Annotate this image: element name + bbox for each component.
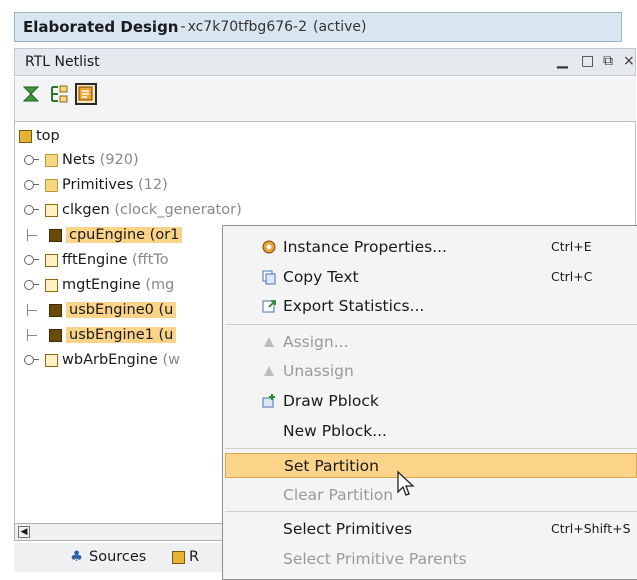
- menu-item-select-primitives[interactable]: Select Primitives Ctrl+Shift+S: [225, 516, 637, 541]
- netlist-toolbar: [14, 77, 636, 121]
- expand-icon[interactable]: [23, 279, 39, 291]
- menu-item-set-partition[interactable]: Set Partition: [225, 453, 637, 478]
- panel-title: RTL Netlist: [25, 54, 100, 70]
- part-name: xc7k70tfbg676-2: [187, 19, 307, 35]
- netlist-tab-icon: [172, 550, 185, 564]
- tree-item-fftengine[interactable]: fftEngine (fftTo: [23, 249, 169, 271]
- cell-icon: [49, 228, 62, 242]
- properties-icon: [261, 239, 277, 255]
- minimize-icon[interactable]: ▁: [557, 53, 568, 69]
- menu-item-draw-pblock[interactable]: Draw Pblock: [225, 388, 637, 413]
- folder-icon: [45, 178, 58, 192]
- rtl-netlist-header: RTL Netlist ▁ □ ⧉ ×: [14, 48, 636, 76]
- expand-icon[interactable]: [23, 354, 39, 366]
- context-menu: Instance Properties... Ctrl+E Copy Text …: [222, 225, 637, 580]
- design-title: Elaborated Design: [23, 18, 179, 36]
- design-title-bar: Elaborated Design - xc7k70tfbg676-2 (act…: [14, 12, 622, 42]
- horizontal-scrollbar[interactable]: ◀: [14, 523, 236, 541]
- mouse-cursor-icon: [397, 470, 415, 496]
- maximize-icon[interactable]: □: [581, 53, 594, 69]
- tree-item-clkgen[interactable]: clkgen (clock_generator): [23, 199, 242, 221]
- show-hierarchy-icon[interactable]: [75, 83, 97, 105]
- cell-icon: [45, 353, 58, 367]
- tree-item-usbengine0[interactable]: usbEngine0 (u: [23, 299, 177, 321]
- tree-root-label: top: [36, 128, 60, 144]
- cell-icon: [45, 203, 58, 217]
- title-separator: -: [180, 19, 186, 35]
- menu-separator: [225, 324, 637, 325]
- menu-item-new-pblock[interactable]: New Pblock...: [225, 418, 637, 443]
- sources-icon: ♣: [70, 549, 83, 565]
- menu-item-export-statistics[interactable]: Export Statistics...: [225, 293, 637, 318]
- copy-icon: [261, 269, 277, 285]
- tree-item-cpuengine[interactable]: cpuEngine (or1: [23, 224, 183, 246]
- menu-separator: [225, 448, 637, 449]
- collapse-all-icon[interactable]: [21, 83, 43, 105]
- menu-item-assign: Assign...: [225, 329, 637, 354]
- draw-pblock-icon: [261, 393, 277, 409]
- active-state: (active): [313, 19, 367, 35]
- menu-separator: [225, 511, 637, 512]
- unassign-icon: [261, 363, 277, 379]
- expand-icon[interactable]: [23, 254, 39, 266]
- expand-icon[interactable]: [23, 154, 39, 166]
- cell-icon: [45, 253, 58, 267]
- export-icon: [261, 298, 277, 314]
- menu-item-instance-properties[interactable]: Instance Properties... Ctrl+E: [225, 234, 637, 259]
- tree-line: [23, 229, 39, 241]
- restore-icon[interactable]: ⧉: [603, 53, 613, 69]
- tab-netlist[interactable]: R: [172, 549, 199, 565]
- scroll-left-icon[interactable]: ◀: [18, 526, 30, 538]
- assign-icon: [261, 334, 277, 350]
- menu-item-copy-text[interactable]: Copy Text Ctrl+C: [225, 264, 637, 289]
- close-icon[interactable]: ×: [623, 53, 635, 69]
- tree-item-wbarbengine[interactable]: wbArbEngine (w: [23, 349, 180, 371]
- tree-item-usbengine1[interactable]: usbEngine1 (u: [23, 324, 177, 346]
- cell-icon: [49, 328, 62, 342]
- tree-line: [23, 329, 39, 341]
- tree-line: [23, 304, 39, 316]
- tab-sources[interactable]: ♣ Sources: [70, 549, 146, 565]
- menu-item-select-primitive-parents: Select Primitive Parents: [283, 549, 467, 568]
- menu-item-unassign: Unassign: [225, 358, 637, 383]
- cell-icon: [49, 303, 62, 317]
- cell-icon: [45, 278, 58, 292]
- menu-item-clear-partition: Clear Partition: [283, 485, 394, 504]
- tree-item-mgtengine[interactable]: mgtEngine (mg: [23, 274, 174, 296]
- tree-item-nets[interactable]: Nets (920): [23, 149, 139, 171]
- expand-icon[interactable]: [23, 179, 39, 191]
- expand-all-icon[interactable]: [49, 83, 71, 105]
- tree-item-primitives[interactable]: Primitives (12): [23, 174, 168, 196]
- expand-icon[interactable]: [23, 204, 39, 216]
- top-module-icon: [19, 129, 32, 143]
- tree-root[interactable]: top: [19, 125, 60, 147]
- folder-icon: [45, 153, 58, 167]
